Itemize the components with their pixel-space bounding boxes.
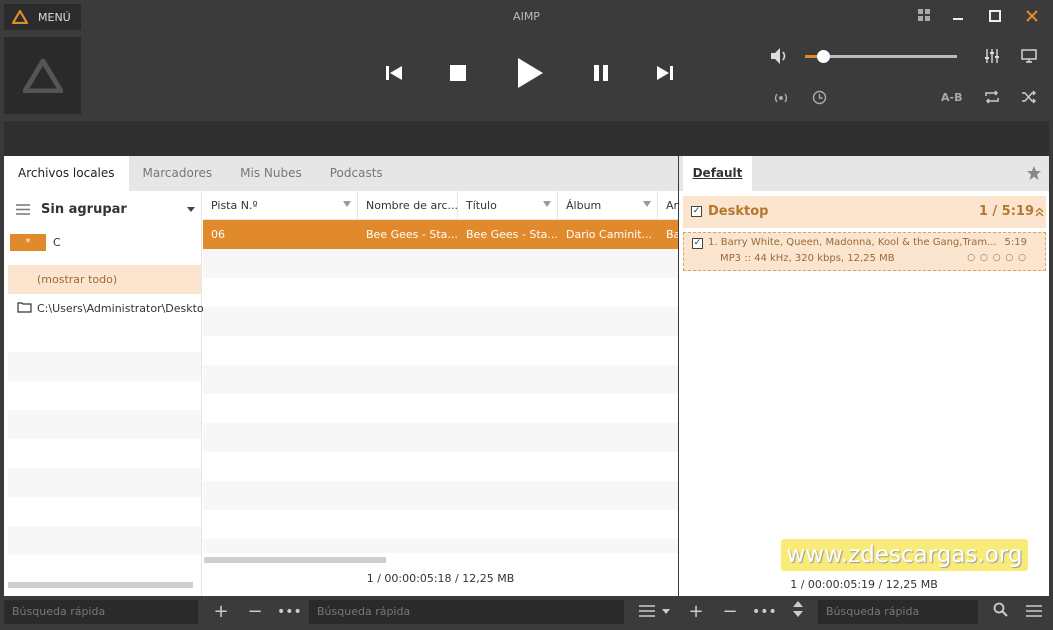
column-header-track-number[interactable]: Pista N.º xyxy=(203,191,358,220)
collapse-icon[interactable] xyxy=(1035,207,1044,217)
repeat-icon[interactable] xyxy=(984,90,1000,107)
folder-path: C:\Users\Administrator\Desktop xyxy=(37,302,211,315)
library-search-input[interactable]: Búsqueda rápida xyxy=(309,600,624,624)
shuffle-icon[interactable] xyxy=(1021,90,1037,107)
previous-icon xyxy=(386,66,402,80)
table-scrollbar[interactable] xyxy=(204,557,386,563)
column-header-album[interactable]: Álbum xyxy=(558,191,658,220)
library-tabs: Archivos locales Marcadores Mis Nubes Po… xyxy=(4,156,678,191)
table-stripe xyxy=(203,481,678,510)
tab-podcasts[interactable]: Podcasts xyxy=(316,156,397,191)
next-icon xyxy=(657,66,673,80)
filter-funnel-icon[interactable] xyxy=(543,201,551,207)
star-icon[interactable] xyxy=(1027,166,1041,183)
playlist-search-input[interactable]: Búsqueda rápida xyxy=(818,600,978,624)
group-name: Desktop xyxy=(708,204,769,219)
filter-funnel-icon[interactable] xyxy=(643,201,651,207)
watermark: www.zdescargas.org xyxy=(781,539,1028,571)
stop-icon xyxy=(450,65,466,81)
tab-playlist-default[interactable]: Default xyxy=(683,156,752,191)
tab-my-clouds[interactable]: Mis Nubes xyxy=(226,156,316,191)
next-track-button[interactable] xyxy=(653,62,677,84)
column-header-file-name[interactable]: Nombre de arc... xyxy=(358,191,458,220)
playlist-track-item[interactable]: ✓ 1. Barry White, Queen, Madonna, Kool &… xyxy=(683,232,1046,271)
cell-album: Dario Caminit... xyxy=(566,228,653,241)
group-summary: 1 / 5:19 xyxy=(978,204,1034,219)
group-stripe-row xyxy=(8,526,201,555)
mini-mode-icon[interactable] xyxy=(912,6,936,28)
playlist-group-header[interactable]: ✓ Desktop 1 / 5:19 xyxy=(683,196,1046,228)
filter-all-chip[interactable]: * xyxy=(10,234,46,251)
track-info-bar xyxy=(4,121,1049,156)
equalizer-icon[interactable] xyxy=(984,48,1000,67)
group-by-selector[interactable]: Sin agrupar xyxy=(41,202,127,217)
table-row[interactable]: 06 Bee Gees - Sta... Bee Gees - Sta... D… xyxy=(203,220,678,249)
group-stripe-row xyxy=(8,468,201,497)
minimize-icon[interactable] xyxy=(946,6,970,28)
remove-icon[interactable]: − xyxy=(243,600,267,624)
folder-icon xyxy=(17,302,32,313)
library-status: 1 / 00:00:05:18 / 12,25 MB xyxy=(366,572,515,585)
ab-repeat-button[interactable]: A-B xyxy=(941,91,962,104)
radio-broadcast-icon[interactable] xyxy=(772,91,790,108)
filter-letter[interactable]: C xyxy=(53,236,61,249)
play-button[interactable] xyxy=(512,54,548,92)
column-header-title[interactable]: Título xyxy=(458,191,558,220)
table-stripe xyxy=(203,365,678,394)
file-table: Pista N.º Nombre de arc... Título Álbum … xyxy=(203,191,678,596)
hamburger-menu-icon[interactable] xyxy=(1022,600,1046,624)
track-info: MP3 :: 44 kHz, 320 kbps, 12,25 MB xyxy=(720,253,895,264)
aimp-cover-logo-icon xyxy=(22,58,63,93)
maximize-icon[interactable] xyxy=(983,6,1007,28)
playlist-remove-icon[interactable]: − xyxy=(718,600,742,624)
folder-row[interactable]: C:\Users\Administrator\Desktop xyxy=(8,294,211,323)
group-menu-icon[interactable] xyxy=(16,204,30,218)
more-icon[interactable]: ••• xyxy=(277,600,302,624)
group-stripe-row xyxy=(8,352,201,381)
table-stripe xyxy=(203,423,678,452)
column-header-artist[interactable]: Ar xyxy=(658,191,678,220)
table-stripe xyxy=(203,307,678,336)
pause-icon xyxy=(594,65,608,81)
cell-file-name: Bee Gees - Sta... xyxy=(366,228,458,241)
previous-track-button[interactable] xyxy=(382,62,406,84)
volume-icon[interactable] xyxy=(770,47,790,68)
playlist-add-icon[interactable]: + xyxy=(684,600,708,624)
track-title: 1. Barry White, Queen, Madonna, Kool & t… xyxy=(708,237,997,248)
list-view-icon[interactable] xyxy=(635,600,659,624)
tab-bookmarks[interactable]: Marcadores xyxy=(129,156,227,191)
track-duration: 5:19 xyxy=(1004,237,1027,248)
chevron-down-icon[interactable] xyxy=(187,207,195,212)
volume-slider[interactable] xyxy=(805,50,957,63)
stop-button[interactable] xyxy=(446,62,470,84)
table-stripe xyxy=(203,249,678,278)
chevron-down-icon[interactable] xyxy=(662,609,670,614)
show-all-label: (mostrar todo) xyxy=(37,273,118,286)
group-checkbox[interactable]: ✓ xyxy=(691,206,702,217)
album-cover xyxy=(4,37,81,114)
cell-title: Bee Gees - Sta... xyxy=(466,228,558,241)
group-search-input[interactable]: Búsqueda rápida xyxy=(4,600,198,624)
cell-track-number: 06 xyxy=(211,228,225,241)
track-checkbox[interactable]: ✓ xyxy=(692,238,703,249)
filter-funnel-icon[interactable] xyxy=(343,201,351,207)
timer-clock-icon[interactable] xyxy=(812,90,827,108)
playlist-status: 1 / 00:00:05:19 / 12,25 MB xyxy=(790,578,938,591)
play-icon xyxy=(518,58,543,88)
cell-artist: Ba xyxy=(666,228,678,241)
pause-button[interactable] xyxy=(589,62,613,84)
group-stripe-row xyxy=(8,410,201,439)
playlist-more-icon[interactable]: ••• xyxy=(752,600,777,624)
tab-local-files[interactable]: Archivos locales xyxy=(4,156,129,191)
search-icon[interactable] xyxy=(988,600,1012,624)
show-all-row[interactable]: (mostrar todo) xyxy=(8,265,201,294)
rating-dots[interactable]: ○ ○ ○ ○ ○ xyxy=(967,253,1027,263)
visualization-icon[interactable] xyxy=(1021,49,1037,66)
table-stripe xyxy=(203,539,678,553)
sort-icon[interactable] xyxy=(786,600,810,624)
window-title: AIMP xyxy=(513,10,540,23)
add-icon[interactable]: + xyxy=(209,600,233,624)
group-scrollbar[interactable] xyxy=(8,582,193,588)
close-icon[interactable] xyxy=(1020,6,1044,28)
